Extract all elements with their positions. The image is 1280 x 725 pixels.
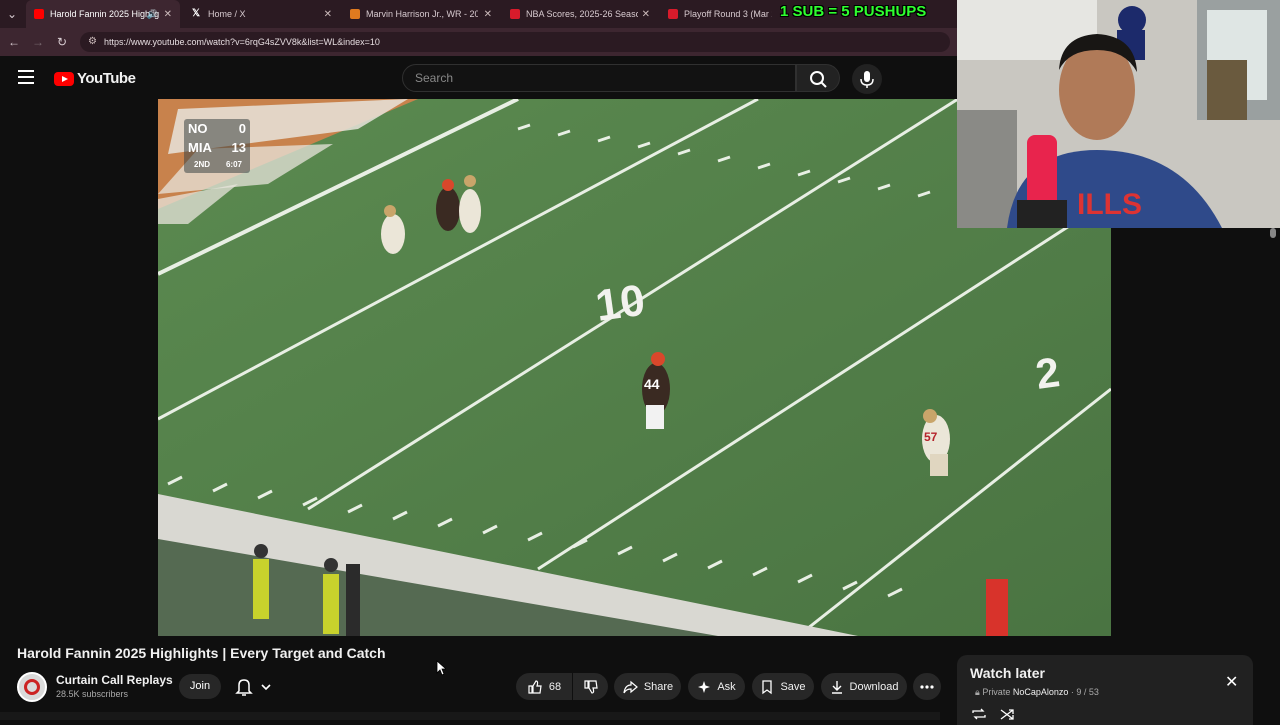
playlist-panel: Watch later 🔒︎ Private NoCapAlonzo · 9 /…	[957, 655, 1253, 725]
bookmark-icon	[762, 679, 773, 694]
tab-title: Home / X	[208, 9, 246, 19]
like-button[interactable]: 68	[516, 673, 572, 700]
sparkle-icon	[698, 680, 711, 693]
loop-icon[interactable]	[972, 708, 986, 720]
tab-list-chevron-icon[interactable]: ⌄	[4, 6, 20, 22]
thumbs-up-icon	[528, 679, 542, 694]
search-icon	[810, 71, 827, 88]
share-icon	[623, 680, 638, 693]
address-bar[interactable]: ⚙ https://www.youtube.com/watch?v=6rqG4s…	[80, 32, 950, 52]
channel-logo-icon	[24, 679, 40, 695]
espn-favicon-icon	[668, 9, 678, 19]
like-count: 68	[548, 680, 562, 693]
team-score: 13	[231, 140, 246, 155]
youtube-header: YouTube Search	[0, 56, 960, 100]
more-horizontal-icon	[920, 684, 934, 689]
save-label: Save	[780, 680, 806, 693]
tab-title: Marvin Harrison Jr., WR - 2024	[366, 9, 478, 19]
clock: 6:07	[225, 160, 242, 169]
close-tab-icon[interactable]: ✕	[164, 9, 172, 20]
scorebug-row-away: NO 0	[188, 121, 246, 136]
close-tab-icon[interactable]: ✕	[324, 9, 332, 20]
webcam-overlay: ILLS	[957, 0, 1280, 228]
search-button[interactable]	[796, 64, 840, 92]
hamburger-menu-icon[interactable]	[18, 70, 34, 84]
back-arrow-icon[interactable]: ←	[6, 34, 22, 50]
page-scrollbar[interactable]	[1270, 228, 1276, 238]
stream-overlay-banner: 1 SUB = 5 PUSHUPS	[780, 3, 927, 20]
video-title: Harold Fannin 2025 Highlights | Every Ta…	[17, 645, 386, 661]
game-clock: 2ND 6:07	[194, 160, 244, 169]
svg-text:ILLS: ILLS	[1077, 188, 1142, 221]
scorebug: NO 0 MIA 13 2ND 6:07	[184, 119, 250, 173]
save-button[interactable]: Save	[752, 673, 814, 700]
playlist-meta: 🔒︎ Private NoCapAlonzo · 9 / 53	[975, 687, 1099, 698]
playlist-owner[interactable]: NoCapAlonzo	[1013, 687, 1069, 697]
tab-nba-scores[interactable]: NBA Scores, 2025-26 Season - ✕	[502, 3, 658, 25]
playlist-position: · 9 / 53	[1070, 687, 1099, 697]
microphone-icon	[860, 71, 874, 88]
share-label: Share	[643, 680, 674, 693]
subscriber-count: 28.5K subscribers	[56, 689, 129, 699]
team-abbrev: NO	[188, 121, 208, 136]
quarter: 2ND	[194, 160, 211, 169]
playlist-title[interactable]: Watch later	[970, 665, 1045, 681]
reload-icon[interactable]: ↻	[54, 34, 70, 50]
team-score: 0	[238, 121, 246, 136]
tab-marvin-harrison[interactable]: Marvin Harrison Jr., WR - 2024 ✕	[342, 3, 500, 25]
shuffle-icon[interactable]	[1000, 709, 1014, 720]
site-settings-icon[interactable]: ⚙	[88, 32, 97, 52]
x-logo-icon: 𝕏	[192, 8, 201, 19]
url-text: https://www.youtube.com/watch?v=6rqG4sZV…	[104, 37, 380, 47]
close-icon[interactable]: ✕	[1225, 672, 1238, 692]
espn-favicon-icon	[510, 9, 520, 19]
more-actions-button[interactable]	[913, 673, 941, 700]
join-button[interactable]: Join	[179, 674, 221, 699]
yard-number-10: 10	[593, 276, 648, 331]
forward-arrow-icon[interactable]: →	[30, 34, 46, 50]
channel-avatar[interactable]	[17, 672, 47, 702]
download-label: Download	[849, 680, 899, 693]
tab-title: NBA Scores, 2025-26 Season -	[526, 9, 638, 19]
notification-bell-button[interactable]	[228, 674, 282, 699]
logo-text: YouTube	[77, 70, 136, 87]
search-placeholder: Search	[415, 71, 454, 85]
bell-icon	[235, 679, 271, 696]
pfr-favicon-icon	[350, 9, 360, 19]
youtube-favicon-icon	[34, 9, 44, 19]
thumbs-down-icon	[583, 679, 598, 694]
tab-playoff-round[interactable]: Playoff Round 3 (Mar 23 - 29	[660, 3, 780, 25]
speaker-icon[interactable]: 🔊	[147, 9, 158, 20]
voice-search-button[interactable]	[852, 64, 882, 94]
tab-youtube[interactable]: Harold Fannin 2025 Highlig 🔊 ✕	[26, 0, 180, 28]
jersey-number-57: 57	[924, 430, 938, 444]
ask-label: Ask	[717, 680, 736, 693]
share-button[interactable]: Share	[614, 673, 681, 700]
jersey-number-44: 44	[644, 376, 660, 392]
tab-x[interactable]: 𝕏 Home / X ✕	[184, 3, 340, 25]
playlist-privacy: Private	[982, 687, 1011, 697]
description-box-edge	[0, 712, 940, 720]
download-icon	[831, 680, 842, 694]
tab-title: Harold Fannin 2025 Highlig	[50, 9, 160, 19]
playlist-controls	[972, 708, 1014, 720]
search-input[interactable]: Search	[402, 64, 796, 92]
ask-button[interactable]: Ask	[688, 673, 745, 700]
dislike-button[interactable]	[573, 673, 608, 700]
close-tab-icon[interactable]: ✕	[484, 9, 492, 20]
webcam-scene: ILLS	[957, 0, 1280, 228]
youtube-play-icon	[54, 71, 74, 86]
youtube-logo[interactable]: YouTube	[54, 70, 136, 87]
lock-icon: 🔒︎	[975, 687, 980, 697]
tab-title: Playoff Round 3 (Mar 23 - 29	[684, 9, 772, 19]
mouse-cursor-icon	[436, 660, 446, 676]
team-abbrev: MIA	[188, 140, 212, 155]
close-tab-icon[interactable]: ✕	[642, 9, 650, 20]
scorebug-row-home: MIA 13	[188, 140, 246, 155]
download-button[interactable]: Download	[821, 673, 907, 700]
channel-name[interactable]: Curtain Call Replays	[56, 673, 173, 687]
